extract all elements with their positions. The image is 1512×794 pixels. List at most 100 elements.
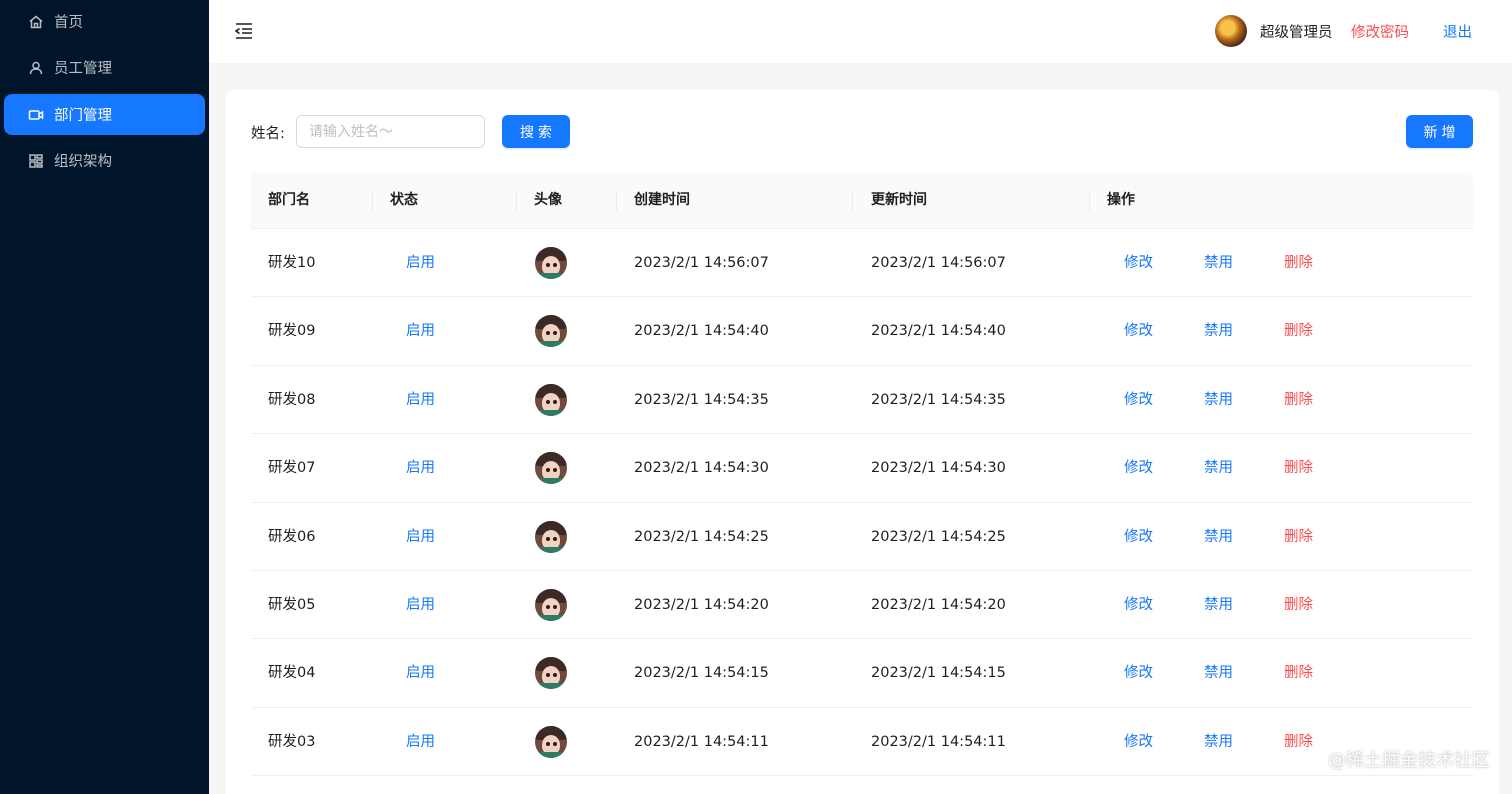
table-row: 研发03 启用 2023/2/1 14:54:11 2023/2/1 14:54:11…	[251, 708, 1473, 777]
sidebar-item-label: 部门管理	[54, 108, 112, 124]
search-label: 姓名:	[251, 126, 285, 142]
search-button[interactable]: 搜索	[502, 115, 570, 148]
delete-link[interactable]: 删除	[1284, 503, 1313, 571]
edit-link[interactable]: 修改	[1124, 639, 1153, 707]
avatar	[535, 520, 567, 553]
department-name: 研发06	[268, 528, 316, 545]
table-row: 研发06 启用 2023/2/1 14:54:25 2023/2/1 14:54:25…	[251, 503, 1473, 571]
status-link[interactable]: 启用	[406, 229, 435, 297]
sidebar-item-departments[interactable]: 部门管理	[4, 94, 205, 135]
edit-link[interactable]: 修改	[1124, 571, 1153, 639]
table-row: 研发07 启用 2023/2/1 14:54:30 2023/2/1 14:54:30…	[251, 434, 1473, 503]
department-name: 研发03	[268, 733, 316, 750]
department-name: 研发10	[268, 255, 316, 271]
edit-link[interactable]: 修改	[1124, 434, 1153, 502]
status-link[interactable]: 启用	[406, 297, 435, 365]
disable-link[interactable]: 禁用	[1204, 571, 1233, 639]
updated-time: 2023/2/1 14:54:20	[871, 596, 1006, 613]
menu-fold-button[interactable]	[233, 20, 255, 42]
menu-fold-icon	[234, 23, 252, 39]
department-name: 研发04	[268, 665, 316, 682]
disable-link[interactable]: 禁用	[1204, 708, 1233, 776]
user-icon	[28, 60, 44, 76]
disable-link[interactable]: 禁用	[1204, 434, 1233, 502]
created-time: 2023/2/1 14:54:20	[634, 596, 769, 613]
sidebar-item-employees[interactable]: 员工管理	[4, 47, 205, 88]
content-card: 姓名: 搜索 新增 部门名 状态 头像 创建时间 更新时间 操作 研发10 启用 2…	[226, 90, 1499, 794]
avatar	[535, 315, 567, 348]
org-icon	[28, 153, 44, 169]
column-header-actions: 操作	[1107, 192, 1135, 208]
disable-link[interactable]: 禁用	[1204, 229, 1233, 297]
table-row: 研发10 启用 2023/2/1 14:56:07 2023/2/1 14:56:07…	[251, 229, 1473, 298]
sidebar-item-org-chart[interactable]: 组织架构	[4, 140, 205, 181]
change-password-link[interactable]: 修改密码	[1351, 21, 1409, 42]
table-body: 研发10 启用 2023/2/1 14:56:07 2023/2/1 14:56:07…	[251, 229, 1473, 777]
delete-link[interactable]: 删除	[1284, 297, 1313, 365]
avatar	[535, 657, 567, 690]
edit-link[interactable]: 修改	[1124, 708, 1153, 776]
logout-link[interactable]: 退出	[1443, 21, 1472, 42]
status-link[interactable]: 启用	[406, 434, 435, 502]
avatar	[535, 383, 567, 416]
created-time: 2023/2/1 14:54:30	[634, 460, 769, 477]
department-name: 研发05	[268, 596, 316, 613]
updated-time: 2023/2/1 14:54:35	[871, 391, 1006, 408]
updated-time: 2023/2/1 14:54:15	[871, 665, 1006, 682]
updated-time: 2023/2/1 14:54:30	[871, 460, 1006, 477]
video-icon	[28, 107, 44, 123]
delete-link[interactable]: 删除	[1284, 639, 1313, 707]
disable-link[interactable]: 禁用	[1204, 503, 1233, 571]
table-row: 研发04 启用 2023/2/1 14:54:15 2023/2/1 14:54:15…	[251, 639, 1473, 708]
created-time: 2023/2/1 14:56:07	[634, 255, 769, 271]
table-row: 研发08 启用 2023/2/1 14:54:35 2023/2/1 14:54:35…	[251, 366, 1473, 435]
created-time: 2023/2/1 14:54:35	[634, 391, 769, 408]
department-table: 部门名 状态 头像 创建时间 更新时间 操作 研发10 启用 2023/2/1 14…	[251, 172, 1473, 777]
status-link[interactable]: 启用	[406, 366, 435, 434]
disable-link[interactable]: 禁用	[1204, 297, 1233, 365]
avatar	[535, 588, 567, 621]
add-button[interactable]: 新增	[1406, 115, 1473, 148]
column-divider	[516, 191, 517, 211]
created-time: 2023/2/1 14:54:25	[634, 528, 769, 545]
column-header-status: 状态	[390, 192, 418, 208]
edit-link[interactable]: 修改	[1124, 366, 1153, 434]
sidebar-item-label: 员工管理	[54, 61, 112, 77]
name-search-input[interactable]	[296, 115, 485, 148]
edit-link[interactable]: 修改	[1124, 229, 1153, 297]
delete-link[interactable]: 删除	[1284, 229, 1313, 297]
department-name: 研发08	[268, 391, 316, 408]
top-header: 超级管理员 修改密码 退出	[209, 0, 1512, 63]
disable-link[interactable]: 禁用	[1204, 639, 1233, 707]
avatar	[535, 725, 567, 758]
column-header-name: 部门名	[268, 192, 310, 208]
column-divider	[852, 191, 853, 211]
updated-time: 2023/2/1 14:56:07	[871, 255, 1006, 271]
status-link[interactable]: 启用	[406, 639, 435, 707]
sidebar-item-home[interactable]: 首页	[4, 1, 205, 42]
user-avatar[interactable]	[1215, 15, 1247, 47]
created-time: 2023/2/1 14:54:40	[634, 323, 769, 340]
updated-time: 2023/2/1 14:54:11	[871, 733, 1006, 750]
watermark: @稀土掘金技术社区	[1328, 750, 1490, 771]
avatar	[535, 247, 567, 279]
delete-link[interactable]: 删除	[1284, 708, 1313, 776]
sidebar-item-label: 组织架构	[54, 154, 112, 170]
delete-link[interactable]: 删除	[1284, 434, 1313, 502]
status-link[interactable]: 启用	[406, 503, 435, 571]
avatar	[535, 452, 567, 485]
edit-link[interactable]: 修改	[1124, 297, 1153, 365]
status-link[interactable]: 启用	[406, 708, 435, 776]
delete-link[interactable]: 删除	[1284, 366, 1313, 434]
department-name: 研发09	[268, 323, 316, 340]
edit-link[interactable]: 修改	[1124, 503, 1153, 571]
disable-link[interactable]: 禁用	[1204, 366, 1233, 434]
delete-link[interactable]: 删除	[1284, 571, 1313, 639]
table-row: 研发05 启用 2023/2/1 14:54:20 2023/2/1 14:54:20…	[251, 571, 1473, 640]
home-icon	[28, 14, 44, 30]
status-link[interactable]: 启用	[406, 571, 435, 639]
user-name: 超级管理员	[1260, 25, 1333, 41]
created-time: 2023/2/1 14:54:11	[634, 733, 769, 750]
table-row: 研发09 启用 2023/2/1 14:54:40 2023/2/1 14:54:40…	[251, 297, 1473, 366]
table-header: 部门名 状态 头像 创建时间 更新时间 操作	[251, 172, 1473, 229]
